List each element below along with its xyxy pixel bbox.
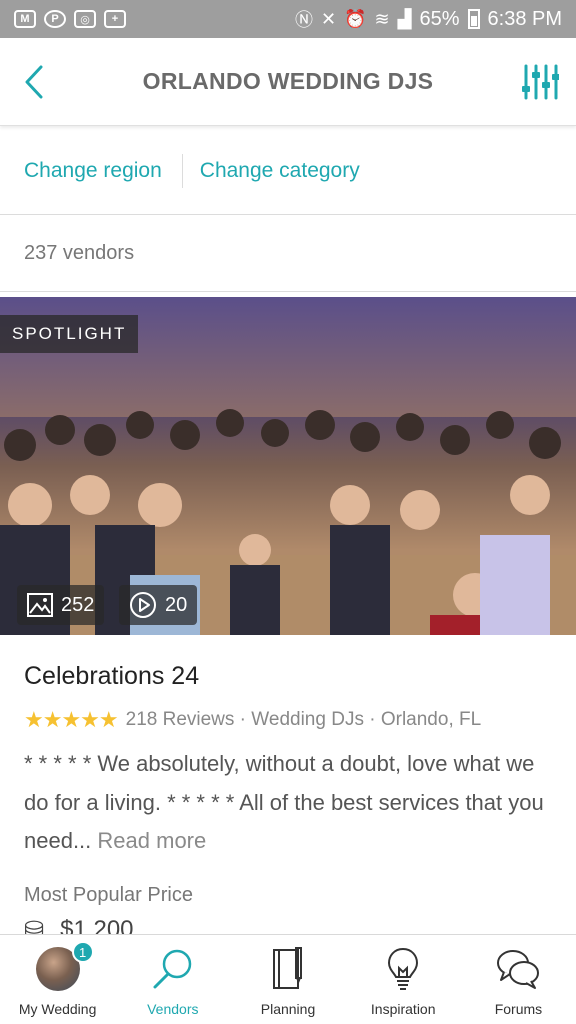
- filter-links-row: Change region Change category: [0, 127, 576, 215]
- nav-label: Inspiration: [370, 1001, 436, 1017]
- notification-badge: 1: [71, 941, 94, 963]
- rating-row: ★★★★★ 218 Reviews · Wedding DJs · Orland…: [24, 707, 481, 733]
- nav-icon-wrap: [495, 945, 541, 993]
- star-rating: ★★★★★: [24, 707, 119, 732]
- nav-planning[interactable]: Planning: [230, 935, 345, 1024]
- battery-percent: 65%: [419, 7, 460, 30]
- nav-forums[interactable]: Forums: [461, 935, 576, 1024]
- chevron-left-icon: [25, 65, 43, 99]
- nav-label: Planning: [260, 1001, 316, 1017]
- gmail-icon: M: [14, 10, 36, 28]
- vendor-name[interactable]: Celebrations 24: [24, 662, 199, 691]
- spotlight-badge: SPOTLIGHT: [0, 315, 139, 353]
- alarm-icon: ⏰: [344, 8, 367, 29]
- divider: [181, 153, 183, 188]
- bottom-nav: 1 My Wedding Vendors Planning Inspiratio…: [0, 934, 576, 1024]
- results-count-row: 237 vendors: [0, 216, 576, 292]
- vendor-count: 237 vendors: [24, 242, 135, 264]
- separator: ·: [234, 709, 252, 730]
- nav-label: Vendors: [147, 1001, 199, 1017]
- nav-icon-wrap: 1: [35, 941, 94, 993]
- photos-count: 252: [61, 593, 95, 616]
- search-icon: [153, 949, 192, 989]
- status-bar: M P ◎ + Ⓝ ✕ ⏰ ≋ ▟ 65% 6:38 PM: [0, 0, 576, 38]
- vendor-photo[interactable]: SPOTLIGHT 252 20: [0, 297, 576, 635]
- vendor-location: Orlando, FL: [380, 709, 482, 730]
- videos-count-chip[interactable]: 20: [119, 585, 198, 625]
- nav-my-wedding[interactable]: 1 My Wedding: [0, 935, 115, 1024]
- clock: 6:38 PM: [487, 7, 562, 30]
- calendar-icon: +: [104, 10, 126, 28]
- system-status: Ⓝ ✕ ⏰ ≋ ▟ 65% 6:38 PM: [295, 6, 562, 32]
- sliders-icon: [522, 64, 559, 100]
- nfc-icon: Ⓝ: [295, 10, 314, 30]
- app-header: ORLANDO WEDDING DJS: [0, 38, 576, 126]
- nav-label: Forums: [494, 1001, 543, 1017]
- nav-label: My Wedding: [18, 1001, 97, 1017]
- mute-icon: ✕: [321, 8, 337, 29]
- vendor-category: Wedding DJs: [251, 709, 364, 730]
- nav-icon-wrap: [151, 945, 195, 993]
- pinterest-icon: P: [44, 10, 66, 28]
- vendor-description: * * * * * We absolutely, without a doubt…: [24, 745, 554, 861]
- read-more-link[interactable]: Read more: [97, 828, 206, 853]
- nav-icon-wrap: [385, 945, 421, 993]
- lightbulb-icon: [388, 947, 419, 990]
- instagram-icon: ◎: [74, 10, 96, 28]
- price-row: ⛁ $1,200: [24, 916, 134, 934]
- coins-icon: ⛁: [24, 917, 45, 934]
- signal-icon: ▟: [397, 8, 412, 29]
- change-category-link[interactable]: Change category: [200, 159, 360, 183]
- notebook-icon: [273, 947, 302, 989]
- filter-button[interactable]: [518, 60, 562, 104]
- photos-count-chip[interactable]: 252: [17, 585, 105, 625]
- back-button[interactable]: [14, 60, 54, 104]
- change-region-link[interactable]: Change region: [24, 159, 162, 183]
- reviews-count[interactable]: 218 Reviews: [126, 709, 235, 731]
- price-label: Most Popular Price: [24, 884, 193, 906]
- notification-icons: M P ◎ +: [14, 10, 126, 28]
- wifi-icon: ≋: [374, 8, 390, 29]
- videos-count: 20: [165, 593, 188, 616]
- nav-inspiration[interactable]: Inspiration: [346, 935, 461, 1024]
- chat-bubbles-icon: [497, 950, 540, 989]
- nav-icon-wrap: [270, 945, 306, 993]
- play-circle-icon: [130, 592, 156, 618]
- nav-vendors[interactable]: Vendors: [115, 935, 230, 1024]
- page-title: ORLANDO WEDDING DJS: [142, 68, 434, 94]
- separator: ·: [363, 709, 381, 730]
- image-icon: [27, 593, 53, 617]
- price-value: $1,200: [60, 916, 134, 934]
- battery-icon: [467, 9, 480, 29]
